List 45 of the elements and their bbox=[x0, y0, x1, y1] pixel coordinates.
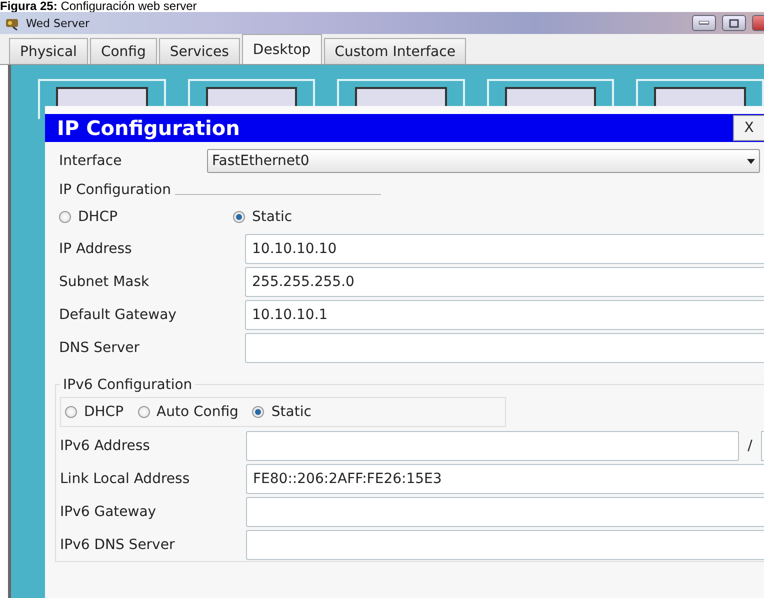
radio-button[interactable] bbox=[233, 211, 245, 223]
window-title: Wed Server bbox=[26, 16, 90, 30]
radio-button[interactable] bbox=[252, 406, 264, 418]
radio-option[interactable]: DHCP bbox=[59, 209, 219, 225]
radio-button[interactable] bbox=[138, 406, 150, 418]
slash-separator: / bbox=[746, 438, 754, 454]
field-label: IPv6 DNS Server bbox=[60, 536, 176, 552]
tab[interactable]: Config bbox=[90, 38, 157, 64]
minimize-button[interactable] bbox=[692, 15, 716, 31]
caret-icon bbox=[747, 158, 755, 164]
maximize-button[interactable] bbox=[722, 15, 746, 31]
radio-option[interactable]: DHCP bbox=[65, 404, 124, 420]
interface-dropdown[interactable]: FastEthernet0 bbox=[207, 149, 760, 173]
group-label: IPv6 Configuration bbox=[60, 377, 196, 393]
text-field[interactable]: 10.10.10.1 bbox=[245, 300, 764, 330]
minimize-icon bbox=[699, 21, 709, 25]
radio-button[interactable] bbox=[59, 211, 71, 223]
tab[interactable]: Desktop bbox=[242, 34, 322, 64]
tab[interactable]: Custom Interface bbox=[324, 38, 466, 64]
text-field[interactable] bbox=[246, 530, 764, 560]
text-field[interactable]: 10.10.10.10 bbox=[245, 234, 764, 264]
dialog-title: IP Configuration bbox=[57, 116, 241, 140]
radio-option[interactable]: Auto Config bbox=[138, 404, 238, 420]
radio-option[interactable]: Static bbox=[233, 209, 393, 225]
text-field[interactable]: 255.255.255.0 bbox=[245, 266, 764, 296]
field-label: IPv6 Address bbox=[60, 438, 151, 454]
tab[interactable]: Services bbox=[158, 38, 240, 64]
text-field[interactable] bbox=[246, 496, 764, 526]
field-label: Subnet Mask bbox=[59, 274, 150, 290]
tab[interactable]: Physical bbox=[9, 38, 88, 64]
radio-button[interactable] bbox=[65, 406, 77, 418]
field-label: IP Address bbox=[59, 240, 133, 256]
text-field[interactable]: FE80::206:2AFF:FE26:15E3 bbox=[246, 464, 764, 494]
close-button[interactable]: X bbox=[733, 115, 764, 141]
field-label: Link Local Address bbox=[60, 470, 191, 486]
radio-option[interactable]: Static bbox=[252, 404, 312, 420]
figure-caption: Figura 25: Configuración web server bbox=[0, 0, 198, 12]
maximize-icon bbox=[729, 18, 739, 28]
field-label: Interface bbox=[59, 153, 123, 169]
field-label: Default Gateway bbox=[59, 306, 178, 322]
field-label: DNS Server bbox=[59, 340, 140, 356]
group-label: IP Configuration bbox=[59, 182, 171, 198]
field-label: IPv6 Gateway bbox=[60, 504, 158, 520]
text-field[interactable] bbox=[245, 332, 764, 362]
text-field[interactable] bbox=[246, 430, 739, 460]
